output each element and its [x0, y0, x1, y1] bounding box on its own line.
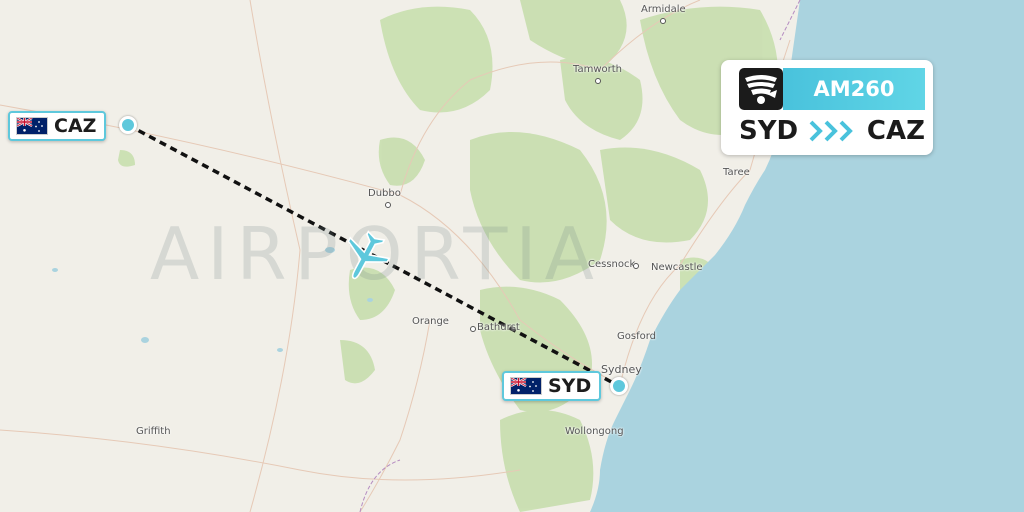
city-dot-bathurst	[470, 326, 476, 332]
city-label-cessnock: Cessnock	[588, 259, 636, 270]
destination-airport-code: CAZ	[54, 115, 97, 137]
city-label-dubbo: Dubbo	[368, 188, 401, 199]
city-dot-armidale	[660, 18, 666, 24]
city-label-gosford: Gosford	[617, 331, 656, 342]
flight-info-card[interactable]: AM260 SYD CAZ	[721, 60, 933, 155]
flight-map[interactable]: AIRPORTIA Armidale Tamworth Taree Dubbo …	[0, 0, 1024, 512]
australia-flag-icon	[16, 117, 48, 135]
origin-airport-label[interactable]: SYD	[502, 371, 602, 401]
destination-airport-marker[interactable]	[119, 116, 137, 134]
city-label-taree: Taree	[723, 167, 750, 178]
triple-chevron-right-icon	[809, 120, 857, 142]
destination-airport-label[interactable]: CAZ	[8, 111, 107, 141]
origin-airport-code: SYD	[548, 375, 592, 397]
city-label-sydney: Sydney	[601, 363, 642, 376]
city-label-tamworth: Tamworth	[573, 64, 622, 75]
city-label-orange: Orange	[412, 316, 449, 327]
city-label-griffith: Griffith	[136, 426, 171, 437]
city-label-armidale: Armidale	[641, 4, 686, 15]
city-label-wollongong: Wollongong	[565, 426, 624, 437]
city-dot-dubbo	[385, 202, 391, 208]
route-from-code: SYD	[739, 116, 799, 146]
route-to-code: CAZ	[866, 116, 925, 146]
flight-route: SYD CAZ	[739, 116, 925, 146]
city-dot-tamworth	[595, 78, 601, 84]
australia-flag-icon	[510, 377, 542, 395]
aeromexico-eagle-logo	[739, 68, 783, 110]
airplane-icon[interactable]	[336, 230, 394, 284]
city-dot-cessnock	[633, 263, 639, 269]
city-label-newcastle: Newcastle	[651, 262, 703, 273]
flight-number: AM260	[813, 77, 895, 101]
origin-airport-marker[interactable]	[610, 377, 628, 395]
city-label-bathurst: Bathurst	[477, 322, 520, 333]
